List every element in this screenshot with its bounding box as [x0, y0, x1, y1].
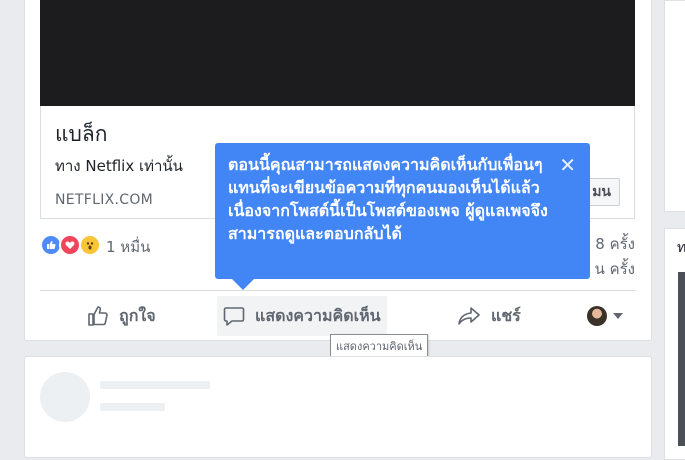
post-stats[interactable]: 8 ครั้ง น ครั้ง [595, 232, 635, 282]
post-as-selector[interactable] [587, 296, 623, 336]
share-label: แชร์ [491, 305, 521, 325]
placeholder-line [100, 381, 210, 389]
placeholder-avatar [40, 372, 90, 422]
share-arrow-icon [458, 307, 480, 325]
link-title[interactable]: แบล็ก [55, 118, 107, 151]
link-subtitle: ทาง Netflix เท่านั้น [55, 157, 183, 175]
comment-label: แสดงความคิดเห็น [255, 305, 381, 325]
avatar [587, 306, 607, 326]
thumbs-up-icon [88, 306, 108, 326]
comment-count[interactable]: 8 ครั้ง [595, 232, 635, 257]
video-player[interactable] [40, 0, 635, 106]
popover-text: ตอนนี้คุณสามารถแสดงความคิดเห็นกับเพื่อนๆ… [228, 155, 548, 243]
like-button[interactable]: ถูกใจ [87, 296, 156, 336]
comment-button[interactable]: แสดงความคิดเห็น [217, 296, 387, 336]
hover-tooltip: แสดงความคิดเห็น [330, 334, 429, 358]
share-button[interactable]: แชร์ [457, 296, 521, 336]
right-column-panel [664, 0, 685, 212]
comment-bubble-icon [223, 307, 245, 326]
link-domain: NETFLIX.COM [55, 192, 154, 208]
reaction-count[interactable]: 1 หมื่น [106, 235, 150, 259]
love-icon [59, 234, 81, 256]
wow-icon [79, 234, 101, 256]
loading-post-placeholder [24, 356, 652, 458]
right-panel-text: ท [677, 240, 685, 256]
divider [40, 290, 636, 291]
chevron-down-icon [613, 313, 623, 319]
share-count[interactable]: น ครั้ง [595, 257, 635, 282]
like-label: ถูกใจ [119, 305, 156, 325]
info-popover: ตอนนี้คุณสามารถแสดงความคิดเห็นกับเพื่อนๆ… [215, 143, 590, 279]
popover-arrow [232, 279, 254, 290]
close-icon[interactable]: ✕ [559, 155, 576, 175]
placeholder-line [100, 403, 165, 411]
right-column-image [678, 272, 685, 446]
